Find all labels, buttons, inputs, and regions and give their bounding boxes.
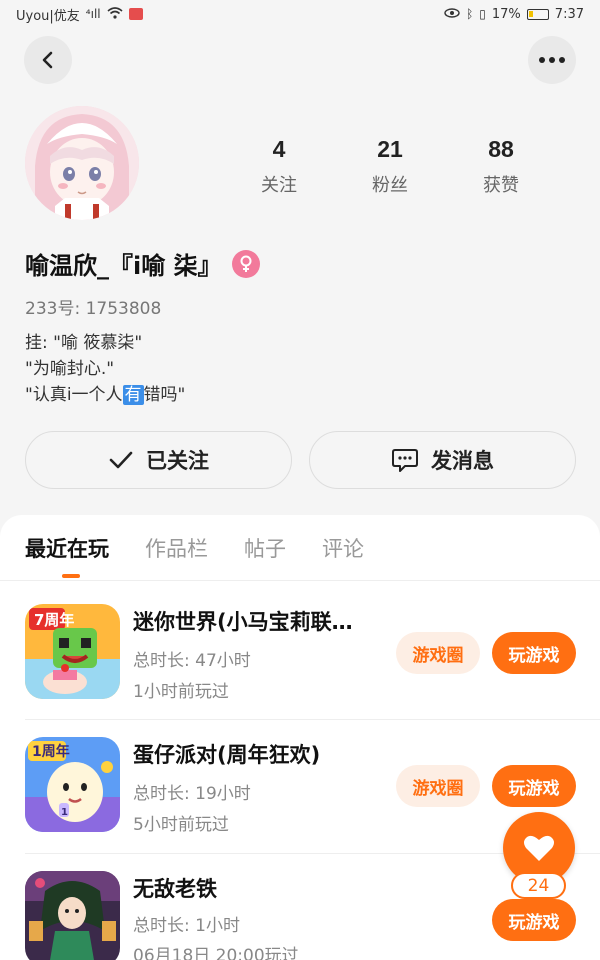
chat-bubble-icon [392, 449, 418, 472]
bio-text: 错吗" [143, 385, 186, 405]
like-count-badge: 24 [511, 872, 566, 899]
clock: 7:37 [554, 6, 584, 22]
svg-text:7周年: 7周年 [34, 611, 74, 629]
tab-recently-played[interactable]: 最近在玩 [25, 533, 109, 578]
game-last-played: 5小时前玩过 [133, 815, 229, 835]
play-game-button[interactable]: 玩游戏 [492, 632, 576, 674]
content-panel: 最近在玩 作品栏 帖子 评论 7周年 迷你世界(小马宝莉联… 总时长: 47小时 [0, 515, 600, 960]
followers-stat[interactable]: 21 粉丝 [345, 136, 435, 197]
game-total-time: 总时长: 1小时 [133, 916, 240, 936]
followers-count: 21 [377, 136, 403, 162]
carrier-label: Uyou|优友 [16, 8, 80, 24]
profile-name-row: 喻温欣_『i喻 柒』 [25, 246, 260, 281]
female-gender-icon [231, 249, 260, 278]
avatar[interactable] [25, 106, 139, 220]
bio-text: "认真i一个人 [25, 385, 123, 405]
likes-label: 获赞 [483, 175, 519, 196]
more-dots-icon [539, 57, 565, 63]
tab-posts[interactable]: 帖子 [244, 533, 286, 563]
game-list-item[interactable]: 7周年 迷你世界(小马宝莉联… 总时长: 47小时 1小时前玩过 游戏圈 玩游戏 [0, 604, 600, 737]
svg-text:1: 1 [61, 807, 68, 818]
chevron-left-icon [42, 51, 53, 69]
play-game-button[interactable]: 玩游戏 [492, 765, 576, 807]
vibrate-icon: ▯ [479, 7, 486, 21]
svg-text:1周年: 1周年 [32, 743, 70, 760]
bio: 挂: "喻 筱慕柒" "为喻封心." "认真i一个人有错吗" [25, 330, 185, 408]
game-total-time: 总时长: 47小时 [133, 651, 251, 671]
game-last-played: 1小时前玩过 [133, 682, 229, 702]
game-circle-button[interactable]: 游戏圈 [396, 765, 480, 807]
tab-bar: 最近在玩 作品栏 帖子 评论 [25, 533, 364, 578]
user-id: 233号: 1753808 [25, 299, 162, 319]
heart-icon [524, 835, 554, 861]
divider [25, 719, 600, 720]
followers-label: 粉丝 [372, 175, 408, 196]
bio-line: "为喻封心." [25, 359, 115, 379]
tab-comments[interactable]: 评论 [322, 533, 364, 563]
game-list-item[interactable]: 无敌老铁 总时长: 1小时 06月18日 20:00玩过 玩游戏 [0, 871, 600, 960]
username: 喻温欣_『i喻 柒』 [25, 252, 222, 280]
following-stat[interactable]: 4 关注 [234, 136, 324, 197]
message-button[interactable]: 发消息 [309, 431, 576, 489]
eye-icon [444, 7, 460, 21]
status-bar: Uyou|优友 ⁴ıll ᛒ ▯ 17% 7:37 [0, 0, 600, 28]
signal-icon: ⁴ıll [85, 7, 101, 21]
more-button[interactable] [528, 36, 576, 84]
battery-percent: 17% [491, 6, 521, 22]
followed-label: 已关注 [146, 449, 209, 473]
wifi-icon [107, 6, 123, 22]
game-last-played: 06月18日 20:00玩过 [133, 946, 299, 960]
bluetooth-icon: ᛒ [466, 7, 474, 21]
game-circle-button[interactable]: 游戏圈 [396, 632, 480, 674]
bio-line: 挂: "喻 筱慕柒" [25, 333, 143, 353]
game-title: 无敌老铁 [133, 877, 217, 901]
message-label: 发消息 [431, 449, 494, 473]
game-title: 蛋仔派对(周年狂欢) [133, 743, 321, 767]
notification-badge-icon [128, 8, 143, 20]
followed-button[interactable]: 已关注 [25, 431, 292, 489]
checkmark-icon [109, 451, 133, 469]
play-game-button[interactable]: 玩游戏 [492, 899, 576, 941]
likes-stat[interactable]: 88 获赞 [456, 136, 546, 197]
mini-world-icon[interactable]: 7周年 [25, 604, 120, 699]
following-label: 关注 [261, 175, 297, 196]
divider [0, 580, 600, 581]
wudi-laotie-icon[interactable] [25, 871, 120, 960]
tab-works[interactable]: 作品栏 [145, 533, 208, 563]
game-total-time: 总时长: 19小时 [133, 784, 251, 804]
bio-emoji-badge: 有 [122, 385, 144, 405]
back-button[interactable] [24, 36, 72, 84]
following-count: 4 [272, 136, 286, 162]
game-title: 迷你世界(小马宝莉联… [133, 610, 353, 634]
likes-count: 88 [488, 136, 514, 162]
battery-icon [526, 8, 549, 20]
bio-line: "认真i一个人有错吗" [25, 382, 185, 408]
eggy-party-icon[interactable]: 1周年 1 [25, 737, 120, 832]
